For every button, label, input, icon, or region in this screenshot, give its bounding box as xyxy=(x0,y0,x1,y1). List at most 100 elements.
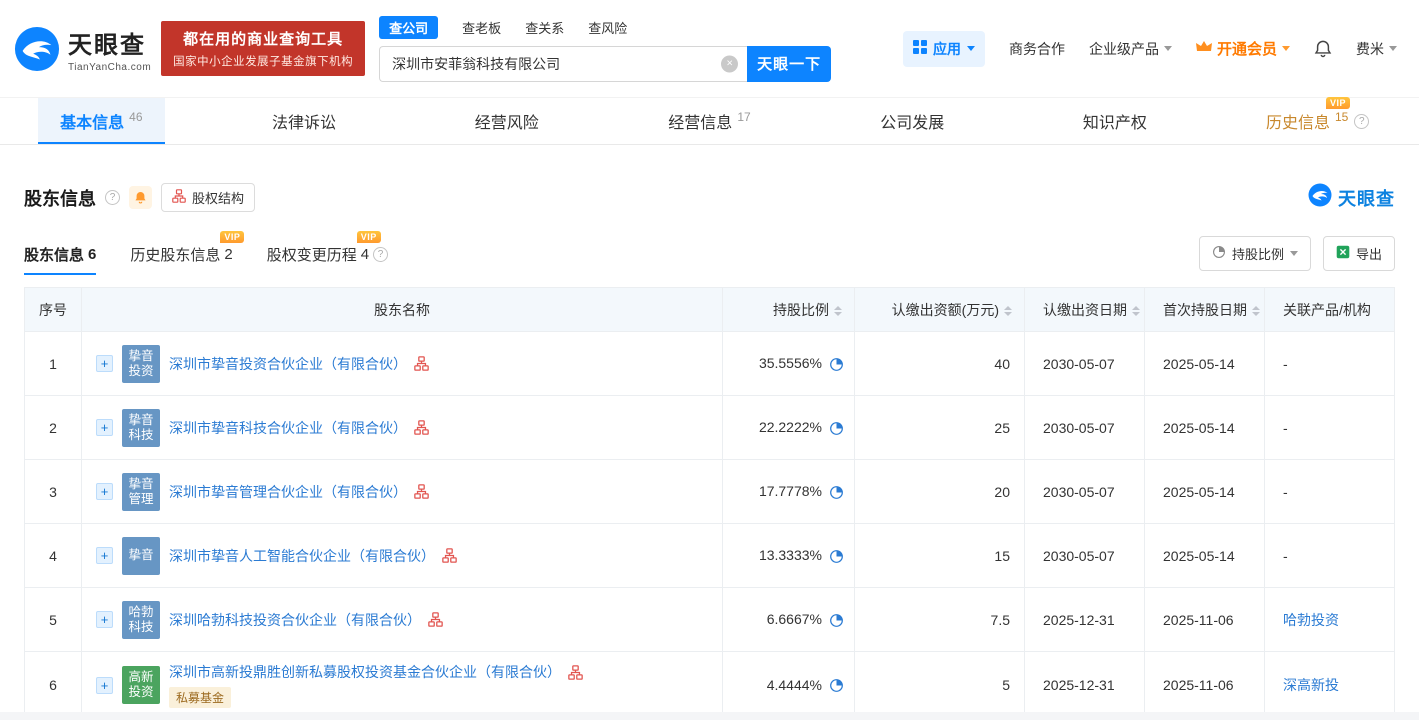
equity-structure-icon[interactable] xyxy=(414,356,429,371)
shareholder-name-link[interactable]: 深圳市挚音管理合伙企业（有限合伙） xyxy=(169,482,407,502)
col-header-pay-date[interactable]: 认缴出资日期 xyxy=(1024,287,1145,332)
shareholder-name-link[interactable]: 深圳市挚音投资合伙企业（有限合伙） xyxy=(169,354,407,374)
expand-button[interactable]: + xyxy=(96,419,113,436)
search-tab-risk[interactable]: 查风险 xyxy=(588,18,627,37)
nav-enterprise-label: 企业级产品 xyxy=(1088,40,1159,57)
col-header-no: 序号 xyxy=(24,287,82,332)
export-label: 导出 xyxy=(1355,247,1382,262)
equity-structure-icon[interactable] xyxy=(568,664,583,680)
shareholder-avatar[interactable]: 挚音 xyxy=(122,536,160,575)
related-product-value: - xyxy=(1264,523,1395,588)
help-icon[interactable]: ? xyxy=(373,247,389,262)
shareholder-name-link[interactable]: 深圳市高新投鼎胜创新私募股权投资基金合伙企业（有限合伙） xyxy=(169,662,561,682)
shareholder-avatar[interactable]: 挚音管理 xyxy=(122,472,160,511)
subtab-shareholders[interactable]: 股东信息 6 xyxy=(24,244,97,275)
equity-structure-icon[interactable] xyxy=(428,612,443,627)
amount-value: 5 xyxy=(854,651,1025,719)
tab-basic-info[interactable]: 基本信息 46 xyxy=(0,98,203,144)
related-product-link[interactable]: 哈勃投资 xyxy=(1283,612,1339,628)
apps-menu-button[interactable]: 应用 xyxy=(902,30,985,67)
export-button[interactable]: 导出 xyxy=(1322,236,1395,271)
chevron-down-icon xyxy=(1282,46,1290,51)
equity-structure-icon[interactable] xyxy=(442,548,457,563)
pay-date-value: 2030-05-07 xyxy=(1024,459,1145,524)
first-date-value: 2025-05-14 xyxy=(1144,523,1265,588)
equity-structure-button[interactable]: 股权结构 xyxy=(161,183,256,212)
sort-icon[interactable] xyxy=(834,305,842,316)
ratio-filter-dropdown[interactable]: 持股比例 xyxy=(1198,236,1311,271)
col-header-ratio[interactable]: 持股比例 xyxy=(722,287,855,332)
vip-badge: VIP xyxy=(1325,97,1350,109)
shareholder-name-link[interactable]: 深圳哈勃科技投资合伙企业（有限合伙） xyxy=(169,610,421,630)
search-tab-company[interactable]: 查公司 xyxy=(379,15,439,39)
ratio-value: 17.7778% xyxy=(758,483,822,500)
pay-date-value: 2030-05-07 xyxy=(1024,395,1145,460)
watermark-brand-text: 天眼查 xyxy=(1338,188,1395,209)
page-bottom-strip xyxy=(0,712,1419,720)
ratio-value: 22.2222% xyxy=(758,419,822,436)
subscribe-bell-button[interactable] xyxy=(129,186,152,209)
expand-button[interactable]: + xyxy=(96,611,113,628)
tab-history-info[interactable]: 历史信息 VIP 15 ? xyxy=(1216,97,1419,144)
nav-business-cooperation[interactable]: 商务合作 xyxy=(1009,39,1065,59)
private-fund-tag[interactable]: 私募基金 xyxy=(169,687,232,708)
ratio-value: 13.3333% xyxy=(758,547,822,564)
expand-button[interactable]: + xyxy=(96,547,113,564)
nav-open-membership[interactable]: 开通会员 xyxy=(1195,38,1290,59)
promo-banner: 都在用的商业查询工具 国家中小企业发展子基金旗下机构 xyxy=(161,21,366,76)
subtab-equity-change-history[interactable]: 股权变更历程 VIP 4 ? xyxy=(267,231,389,275)
clear-search-icon[interactable]: × xyxy=(721,55,739,72)
col-header-first-date[interactable]: 首次持股日期 xyxy=(1144,287,1265,332)
nav-enterprise-products[interactable]: 企业级产品 xyxy=(1089,39,1172,59)
expand-button[interactable]: + xyxy=(96,355,113,372)
shareholder-name-link[interactable]: 深圳市挚音科技合伙企业（有限合伙） xyxy=(169,418,407,438)
search-input[interactable] xyxy=(379,45,748,82)
watermark-brand: 天眼查 xyxy=(1308,183,1395,212)
equity-structure-icon[interactable] xyxy=(414,484,429,499)
tianyancha-logo[interactable]: 天眼查 TianYanCha.com xyxy=(14,25,151,73)
tab-operating-info[interactable]: 经营信息 17 xyxy=(608,98,811,144)
related-product-link[interactable]: 深高新投 xyxy=(1283,677,1339,693)
expand-button[interactable]: + xyxy=(96,483,113,500)
help-icon[interactable]: ? xyxy=(1354,113,1370,129)
chevron-down-icon xyxy=(1163,46,1172,51)
tab-count: 15 xyxy=(1334,110,1349,124)
expand-button[interactable]: + xyxy=(96,676,113,694)
tab-company-development[interactable]: 公司发展 xyxy=(811,98,1014,144)
shareholder-avatar[interactable]: 高新投资 xyxy=(122,666,160,704)
shareholder-name-link[interactable]: 深圳市挚音人工智能合伙企业（有限合伙） xyxy=(169,546,435,566)
user-account-menu[interactable]: 费米 xyxy=(1356,39,1397,59)
sort-icon[interactable] xyxy=(1132,305,1140,316)
related-product-value: - xyxy=(1264,459,1395,524)
table-header-row: 序号 股东名称 持股比例 认缴出资额(万元) 认缴出资日期 首次持股日期 关联产… xyxy=(24,287,1395,332)
sort-icon[interactable] xyxy=(1004,305,1012,316)
search-button[interactable]: 天眼一下 xyxy=(747,45,832,82)
tab-intellectual-property[interactable]: 知识产权 xyxy=(1014,98,1217,144)
tab-operating-risk[interactable]: 经营风险 xyxy=(405,98,608,144)
pie-chart-icon[interactable] xyxy=(829,485,844,500)
ratio-filter-label: 持股比例 xyxy=(1231,247,1284,262)
equity-structure-icon[interactable] xyxy=(414,420,429,435)
sort-icon[interactable] xyxy=(1252,305,1260,316)
tab-legal-litigation[interactable]: 法律诉讼 xyxy=(203,98,406,144)
shareholder-avatar[interactable]: 哈勃科技 xyxy=(122,600,160,639)
notification-bell-icon[interactable] xyxy=(1314,40,1332,58)
table-row: 3 + 挚音管理 深圳市挚音管理合伙企业（有限合伙） 17.7778% 20 2… xyxy=(24,459,1395,524)
subtab-history-shareholders[interactable]: 历史股东信息 VIP 2 xyxy=(130,231,245,275)
amount-value: 20 xyxy=(854,459,1025,524)
table-row: 1 + 挚音投资 深圳市挚音投资合伙企业（有限合伙） 35.5556% 40 2… xyxy=(24,331,1395,396)
logo-title: 天眼查 xyxy=(68,31,146,59)
pie-chart-icon[interactable] xyxy=(829,678,844,693)
col-header-amount[interactable]: 认缴出资额(万元) xyxy=(854,287,1025,332)
search-tab-boss[interactable]: 查老板 xyxy=(462,18,501,37)
pie-chart-icon[interactable] xyxy=(829,357,844,372)
pie-chart-icon[interactable] xyxy=(829,421,844,436)
pie-chart-icon[interactable] xyxy=(829,549,844,564)
pie-chart-icon[interactable] xyxy=(829,613,844,628)
row-index: 6 xyxy=(24,651,82,719)
shareholder-avatar[interactable]: 挚音投资 xyxy=(122,344,160,383)
help-icon[interactable]: ? xyxy=(105,190,120,205)
search-tab-relation[interactable]: 查关系 xyxy=(525,18,564,37)
shareholder-subtabs: 股东信息6 历史股东信息 VIP2 股权变更历程 VIP4 ? 持股比例 xyxy=(24,231,1395,275)
shareholder-avatar[interactable]: 挚音科技 xyxy=(122,408,160,447)
